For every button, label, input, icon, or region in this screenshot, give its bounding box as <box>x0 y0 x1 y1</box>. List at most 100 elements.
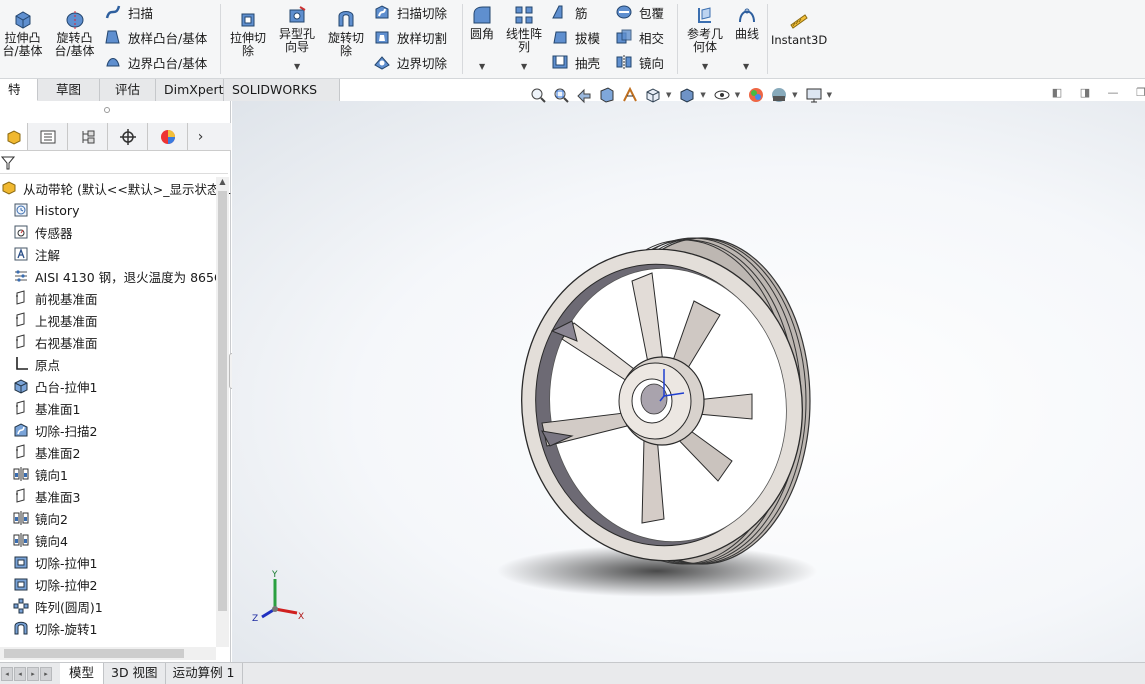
hole-wizard-dropdown-icon[interactable]: ▼ <box>294 62 300 71</box>
apply-scene-dropdown-icon[interactable]: ▼ <box>792 91 797 99</box>
panel-tabs-more[interactable]: › <box>188 123 213 150</box>
boundary-cut-button[interactable]: 边界切除 <box>373 51 447 73</box>
tree-item[interactable]: 基准面1 <box>0 397 216 419</box>
tree-item[interactable]: 前视基准面 <box>0 287 216 309</box>
tree-root-part[interactable]: 从动带轮 (默认<<默认>_显示状态 1 <box>0 177 231 199</box>
panel-grip-icon[interactable] <box>104 107 110 113</box>
scroll-up-icon[interactable]: ▲ <box>216 177 229 186</box>
tree-item[interactable]: 凸台-拉伸1 <box>0 375 216 397</box>
curves-dropdown-icon[interactable]: ▼ <box>743 62 749 71</box>
tree-item[interactable]: 切除-扫描2 <box>0 419 216 441</box>
pane-right-icon[interactable]: ◨ <box>1078 86 1092 100</box>
loft-boss-button[interactable]: 放样凸台/基体 <box>104 26 207 48</box>
tree-item[interactable]: 右视基准面 <box>0 331 216 353</box>
revolve-cut-button[interactable]: 旋转切 除 <box>324 8 368 58</box>
lofted-cut-button[interactable]: 放样切割 <box>373 26 447 48</box>
view-settings-dropdown-icon[interactable]: ▼ <box>827 91 832 99</box>
hole-wizard-button[interactable]: 异型孔 向导 <box>275 4 319 54</box>
next-tab-icon[interactable]: ▸ <box>27 666 39 681</box>
tab-model[interactable]: 模型 <box>60 663 104 684</box>
tree-item[interactable]: 镜向1 <box>0 463 216 485</box>
tab-solidworks-addins[interactable]: SOLIDWORKS 插件 <box>224 79 340 118</box>
extrude-boss-button[interactable]: 拉伸凸 台/基体 <box>0 8 45 58</box>
tree-filter-bar[interactable] <box>0 152 228 174</box>
instant3d-button[interactable]: Instant3D <box>771 10 827 47</box>
orientation-triad <box>261 579 298 619</box>
swept-cut-button[interactable]: 扫描切除 <box>373 1 447 23</box>
fillet-button[interactable]: 圆角 <box>466 4 498 41</box>
draft-button[interactable]: 拔模 <box>551 26 600 48</box>
zoom-to-area-icon[interactable] <box>551 85 571 105</box>
display-style-dropdown-icon[interactable]: ▼ <box>700 91 705 99</box>
pane-left-icon[interactable]: ◧ <box>1050 86 1064 100</box>
tree-item[interactable]: 注解 <box>0 243 216 265</box>
revolve-cut-icon <box>12 619 30 637</box>
display-style-icon[interactable] <box>677 85 697 105</box>
pulley-model[interactable]: Y X Z <box>232 101 1145 662</box>
first-tab-icon[interactable]: ◂ <box>1 666 13 681</box>
tree-item-label: 切除-扫描2 <box>35 423 98 439</box>
tab-motion-study[interactable]: 运动算例 1 <box>166 663 243 684</box>
zoom-to-fit-icon[interactable] <box>528 85 548 105</box>
tab-features[interactable]: 特征 <box>0 79 38 118</box>
minimize-icon[interactable]: — <box>1106 86 1120 100</box>
hide-show-items-icon[interactable] <box>712 85 732 105</box>
feature-tree-vscroll[interactable]: ▲ <box>216 177 229 647</box>
tree-item[interactable]: 基准面3 <box>0 485 216 507</box>
tree-item[interactable]: 阵列(圆周)1 <box>0 595 216 617</box>
linear-pattern-button[interactable]: 线性阵 列 <box>503 4 545 54</box>
tree-item[interactable]: 切除-拉伸1 <box>0 551 216 573</box>
section-view-icon[interactable] <box>597 85 617 105</box>
fillet-label: 圆角 <box>469 27 494 41</box>
reference-geometry-dropdown-icon[interactable]: ▼ <box>702 62 708 71</box>
apply-scene-icon[interactable] <box>769 85 789 105</box>
graphics-area[interactable]: Y X Z <box>232 101 1145 662</box>
tree-item[interactable]: 传感器 <box>0 221 216 243</box>
tree-item[interactable]: 上视基准面 <box>0 309 216 331</box>
restore-icon[interactable]: ❐ <box>1134 86 1145 100</box>
tree-item[interactable]: 原点 <box>0 353 216 375</box>
dimxpert-manager-tab[interactable] <box>108 123 148 150</box>
wrap-button[interactable]: 包覆 <box>615 1 664 23</box>
view-orientation-icon[interactable] <box>643 85 663 105</box>
curves-button[interactable]: 曲线 <box>731 4 763 41</box>
property-manager-tab[interactable] <box>28 123 68 150</box>
display-manager-tab[interactable] <box>148 123 188 150</box>
sweep-button[interactable]: 扫描 <box>104 1 153 23</box>
extrude-cut-button[interactable]: 拉伸切 除 <box>226 8 270 58</box>
tree-item[interactable]: 镜向4 <box>0 529 216 551</box>
intersect-button[interactable]: 相交 <box>615 26 664 48</box>
view-orientation-dropdown-icon[interactable]: ▼ <box>666 91 671 99</box>
tab-evaluate[interactable]: 评估 <box>100 79 156 101</box>
tree-item[interactable]: 切除-拉伸2 <box>0 573 216 595</box>
tab-3d-view[interactable]: 3D 视图 <box>104 663 166 684</box>
revolve-boss-button[interactable]: 旋转凸 台/基体 <box>52 8 97 58</box>
tab-sketch[interactable]: 草图 <box>38 79 100 101</box>
configuration-manager-tab[interactable] <box>68 123 108 150</box>
fillet-dropdown-icon[interactable]: ▼ <box>479 62 485 71</box>
shell-button[interactable]: 抽壳 <box>551 51 600 73</box>
reference-geometry-button[interactable]: 参考几 何体 <box>683 4 727 54</box>
feature-manager-tab[interactable] <box>0 123 28 150</box>
rib-button[interactable]: 筋 <box>551 1 588 23</box>
edit-appearance-icon[interactable] <box>746 85 766 105</box>
hide-show-dropdown-icon[interactable]: ▼ <box>735 91 740 99</box>
dynamic-annotation-icon[interactable] <box>620 85 640 105</box>
mirror-button[interactable]: 镜向 <box>615 51 664 73</box>
view-settings-icon[interactable] <box>804 85 824 105</box>
boundary-boss-button[interactable]: 边界凸台/基体 <box>104 51 207 73</box>
previous-view-icon[interactable] <box>574 85 594 105</box>
tree-item[interactable]: 基准面2 <box>0 441 216 463</box>
tree-item[interactable]: AISI 4130 钢，退火温度为 865C <box>0 265 216 287</box>
prev-tab-icon[interactable]: ◂ <box>14 666 26 681</box>
tree-item[interactable]: 镜向2 <box>0 507 216 529</box>
last-tab-icon[interactable]: ▸ <box>40 666 52 681</box>
tree-item-label: 镜向1 <box>35 467 68 483</box>
feature-tree-hscroll[interactable] <box>0 647 216 660</box>
tree-item[interactable]: 切除-旋转1 <box>0 617 216 639</box>
linear-pattern-dropdown-icon[interactable]: ▼ <box>521 62 527 71</box>
tree-item[interactable]: History <box>0 199 216 221</box>
vscroll-thumb[interactable] <box>218 191 227 611</box>
tab-dimxpert[interactable]: DimXpert <box>156 79 224 101</box>
hscroll-thumb[interactable] <box>4 649 184 658</box>
